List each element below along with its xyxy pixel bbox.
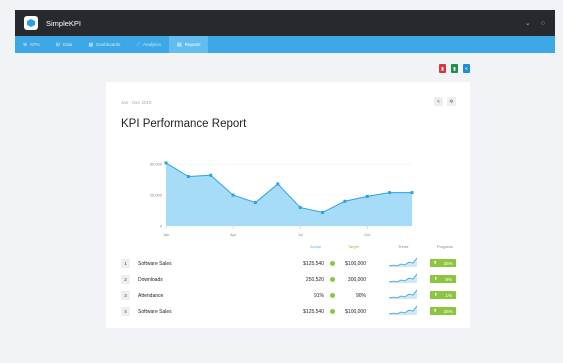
chevron-down-icon[interactable]: ⌄ xyxy=(525,19,531,27)
progress-badge: ⬆ 25% xyxy=(430,259,456,267)
x-tick-label: Jul xyxy=(298,232,303,237)
kpi-name: Downloads xyxy=(138,277,163,283)
table-row[interactable]: 1 Software Sales $125,540 $100,000 ⬆ 25% xyxy=(106,257,470,271)
pdf-icon: ▮ xyxy=(441,65,444,71)
data-point[interactable] xyxy=(231,193,235,197)
y-tick-label: 50,000 xyxy=(150,162,163,167)
nav-dashboards[interactable]: ▦ Dashboards xyxy=(80,36,128,53)
gear-icon: ✲ xyxy=(449,98,454,105)
share-button[interactable]: < xyxy=(463,64,470,73)
actual-value: 250,520 xyxy=(305,277,324,283)
chat-bubble-icon[interactable]: ○ xyxy=(541,20,545,27)
arrow-up-icon: ⬆ xyxy=(433,260,438,265)
main-nav: ⊕ KPIs ⊞ Data ▦ Dashboards ⟋ Analytics ▤… xyxy=(15,36,555,53)
actual-value: 91% xyxy=(313,293,324,299)
table-row[interactable]: 4 Software Sales $125,540 $100,000 ⬆ 25% xyxy=(106,305,470,319)
target-value: 300,000 xyxy=(347,277,366,283)
trend-sparkline xyxy=(388,273,418,283)
kpi-chart: 0 25,000 50,000 Jan Apr Jul Oct xyxy=(150,161,414,237)
settings-button[interactable]: ✲ xyxy=(447,97,456,106)
data-entry-icon: ⊞ xyxy=(55,41,60,48)
status-dot xyxy=(330,261,335,266)
share-icon: < xyxy=(465,66,468,71)
column-trend: Trend xyxy=(398,244,409,249)
arrow-up-icon: ⬆ xyxy=(433,276,438,281)
date-range: Jan - Dec 2018 xyxy=(121,100,152,105)
data-point[interactable] xyxy=(365,194,369,198)
target-value: $100,000 xyxy=(345,261,366,267)
status-dot xyxy=(330,309,335,314)
data-point[interactable] xyxy=(343,199,347,203)
rank-badge: 1 xyxy=(121,259,130,268)
reports-icon: ▤ xyxy=(176,41,182,48)
data-point[interactable] xyxy=(164,161,168,165)
kpi-name: Attendance xyxy=(138,293,164,299)
nav-reports[interactable]: ▤ Reports xyxy=(168,36,209,53)
share-report-button[interactable]: < xyxy=(434,97,443,106)
kpi-name: Software Sales xyxy=(138,309,172,315)
data-point[interactable] xyxy=(410,191,414,195)
actual-value: $125,540 xyxy=(303,309,324,315)
rank-badge: 4 xyxy=(121,307,130,316)
x-tick-label: Jan xyxy=(163,232,169,237)
column-progress: Progress xyxy=(437,244,454,249)
nav-analytics[interactable]: ⟋ Analytics xyxy=(128,36,169,53)
y-tick-label: 0 xyxy=(160,224,163,229)
series-area xyxy=(166,162,412,226)
actual-value: $125,540 xyxy=(303,261,324,267)
arrow-up-icon: ⬆ xyxy=(433,292,438,297)
nav-data[interactable]: ⊞ Data xyxy=(48,36,81,53)
rank-badge: 3 xyxy=(121,291,130,300)
plus-circle-icon: ⊕ xyxy=(23,41,28,48)
progress-badge: ⬆ 1% xyxy=(430,291,456,299)
excel-icon: ▮ xyxy=(453,65,456,71)
x-tick-label: Oct xyxy=(364,232,371,237)
nav-kpis[interactable]: ⊕ KPIs xyxy=(15,36,48,53)
trend-sparkline xyxy=(388,257,418,267)
data-point[interactable] xyxy=(298,205,302,209)
data-point[interactable] xyxy=(186,175,190,179)
x-tick-label: Apr xyxy=(230,232,237,237)
table-row[interactable]: 2 Downloads 250,520 300,000 ⬆ 8% xyxy=(106,273,470,287)
data-point[interactable] xyxy=(321,210,325,214)
y-tick-label: 25,000 xyxy=(150,193,163,198)
top-bar: SimpleKPI ⌄ ○ xyxy=(15,10,555,36)
data-point[interactable] xyxy=(276,182,280,186)
data-point[interactable] xyxy=(253,201,257,205)
data-point[interactable] xyxy=(209,173,213,177)
table-row[interactable]: 3 Attendance 91% 90% ⬆ 1% xyxy=(106,289,470,303)
export-pdf-button[interactable]: ▮ xyxy=(439,64,446,73)
status-dot xyxy=(330,277,335,282)
progress-badge: ⬆ 25% xyxy=(430,307,456,315)
export-excel-button[interactable]: ▮ xyxy=(451,64,458,73)
share-icon: < xyxy=(437,98,440,105)
target-value: 90% xyxy=(355,293,366,299)
progress-badge: ⬆ 8% xyxy=(430,275,456,283)
report-title: KPI Performance Report xyxy=(121,118,247,130)
status-dot xyxy=(330,293,335,298)
data-point[interactable] xyxy=(388,191,392,195)
trend-sparkline xyxy=(388,289,418,299)
rank-badge: 2 xyxy=(121,275,130,284)
logo-icon[interactable] xyxy=(24,16,38,30)
report-card: Jan - Dec 2018 < ✲ KPI Performance Repor… xyxy=(106,82,470,328)
arrow-up-icon: ⬆ xyxy=(433,308,438,313)
column-actual: Actual xyxy=(310,244,322,249)
trend-sparkline xyxy=(388,305,418,315)
app-name: SimpleKPI xyxy=(46,18,82,28)
chart-line-icon: ⟋ xyxy=(136,41,140,48)
target-value: $100,000 xyxy=(345,309,366,315)
grid-icon: ▦ xyxy=(88,41,94,48)
column-target: Target xyxy=(348,244,360,249)
kpi-name: Software Sales xyxy=(138,261,172,267)
